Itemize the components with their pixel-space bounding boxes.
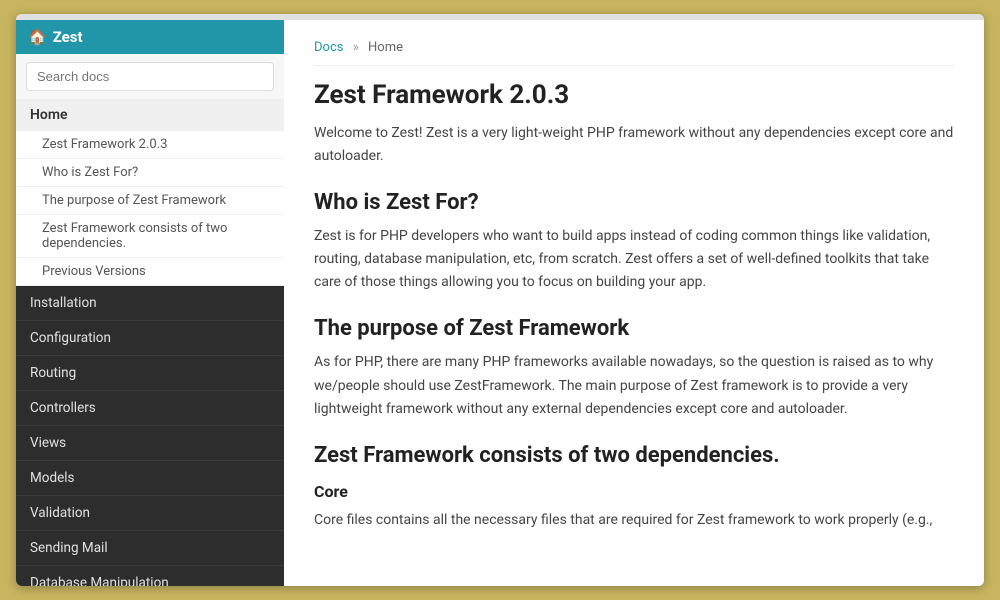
dark-nav-section: Installation Configuration Routing Contr… [16, 286, 284, 586]
core-heading: Core [314, 482, 954, 501]
nav-installation[interactable]: Installation [16, 286, 284, 321]
main-content: Docs » Home Zest Framework 2.0.3 Welcome… [284, 20, 984, 586]
breadcrumb: Docs » Home [314, 40, 954, 66]
nav-sub-who-is-zest[interactable]: Who is Zest For? [16, 159, 284, 187]
nav-controllers[interactable]: Controllers [16, 391, 284, 426]
nav-configuration[interactable]: Configuration [16, 321, 284, 356]
search-input[interactable] [26, 62, 274, 91]
dependencies-heading: Zest Framework consists of two dependenc… [314, 443, 954, 468]
who-is-zest-heading: Who is Zest For? [314, 190, 954, 215]
nav-sub-versions[interactable]: Previous Versions [16, 258, 284, 286]
sidebar-header: 🏠 Zest [16, 20, 284, 54]
nav-sub-zest-version[interactable]: Zest Framework 2.0.3 [16, 131, 284, 159]
nav-validation[interactable]: Validation [16, 496, 284, 531]
content-area: 🏠 Zest Home Zest Framework 2.0.3 Who is … [16, 20, 984, 586]
home-icon: 🏠 [28, 28, 47, 46]
breadcrumb-docs-link[interactable]: Docs [314, 40, 343, 55]
nav-views[interactable]: Views [16, 426, 284, 461]
nav-models[interactable]: Models [16, 461, 284, 496]
breadcrumb-current: Home [368, 40, 403, 55]
nav-sub-dependencies[interactable]: Zest Framework consists of two dependenc… [16, 215, 284, 258]
nav-sub-purpose[interactable]: The purpose of Zest Framework [16, 187, 284, 215]
nav-routing[interactable]: Routing [16, 356, 284, 391]
purpose-heading: The purpose of Zest Framework [314, 316, 954, 341]
sidebar: 🏠 Zest Home Zest Framework 2.0.3 Who is … [16, 20, 284, 586]
nav-sending-mail[interactable]: Sending Mail [16, 531, 284, 566]
breadcrumb-separator: » [353, 40, 359, 55]
who-is-zest-text: Zest is for PHP developers who want to b… [314, 225, 954, 294]
purpose-text: As for PHP, there are many PHP framework… [314, 351, 954, 420]
nav-database[interactable]: Database Manipulation [16, 566, 284, 586]
intro-text: Welcome to Zest! Zest is a very light-we… [314, 122, 954, 168]
core-text: Core files contains all the necessary fi… [314, 509, 954, 532]
sidebar-nav: Home Zest Framework 2.0.3 Who is Zest Fo… [16, 99, 284, 586]
nav-item-home[interactable]: Home [16, 99, 284, 131]
main-window: 🏠 Zest Home Zest Framework 2.0.3 Who is … [16, 14, 984, 586]
page-title: Zest Framework 2.0.3 [314, 80, 954, 110]
home-section: Home Zest Framework 2.0.3 Who is Zest Fo… [16, 99, 284, 286]
sidebar-title: Zest [53, 28, 83, 46]
sidebar-search-container [16, 54, 284, 99]
